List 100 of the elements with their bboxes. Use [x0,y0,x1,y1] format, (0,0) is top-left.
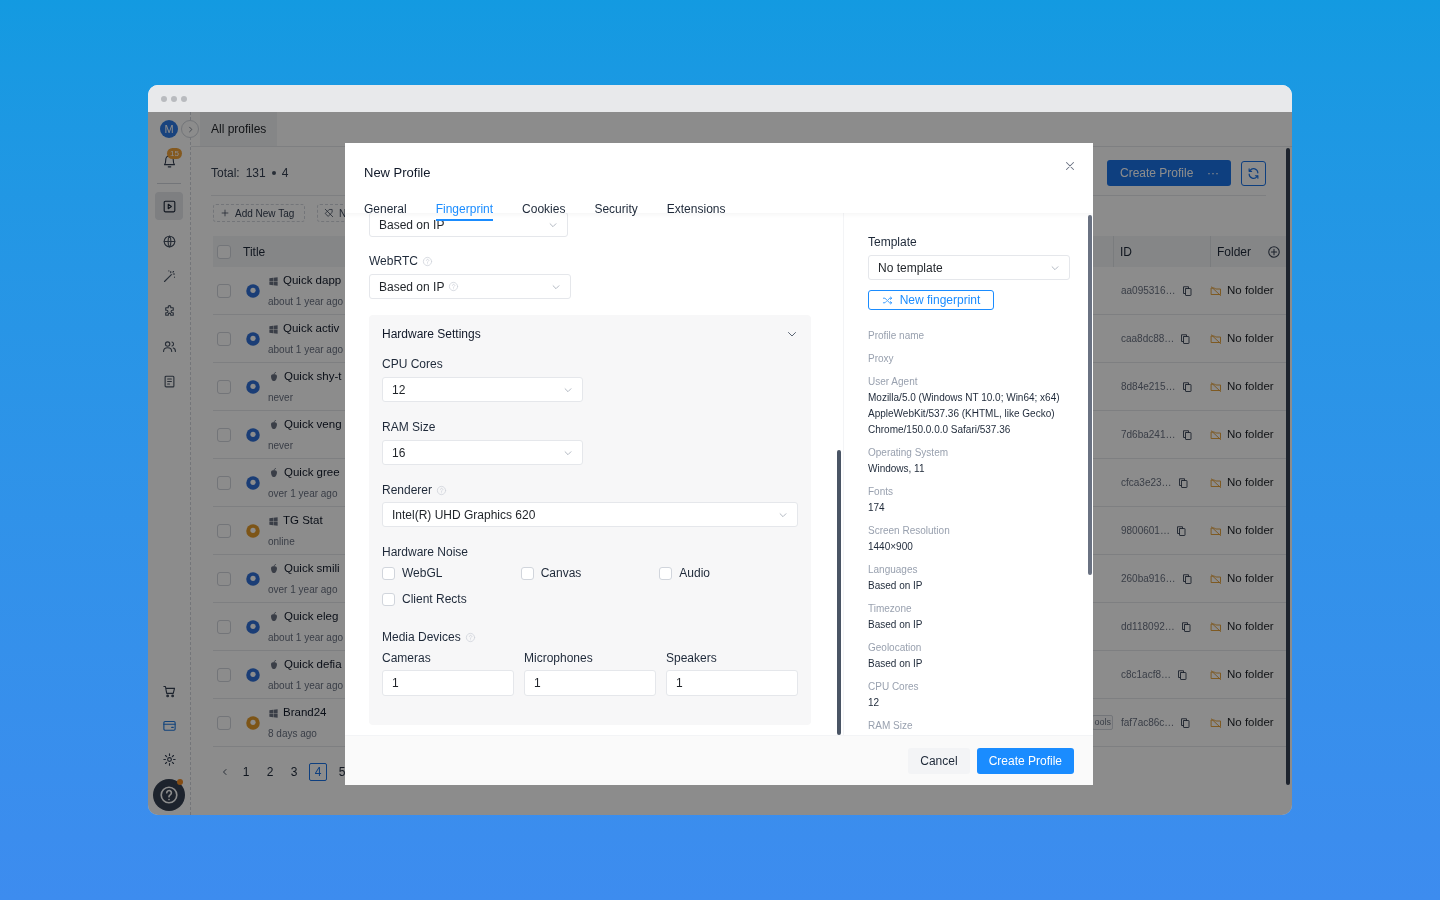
number-field[interactable]: 1 [524,670,656,696]
select-field[interactable]: No template [868,255,1070,280]
copy-icon[interactable] [1180,380,1193,393]
folder-off-icon [1210,668,1222,681]
add-icon[interactable] [1267,244,1281,259]
avatar[interactable]: M [160,120,178,138]
checkbox[interactable] [217,427,231,442]
field-label: Template [868,234,917,250]
create-profile-button[interactable]: Create Profile ··· [1107,160,1231,186]
checkbox[interactable] [520,566,534,580]
checkbox[interactable] [217,475,231,490]
profile-title[interactable]: Quick veng [284,416,342,434]
help-icon [421,255,433,267]
refresh-button[interactable] [1241,160,1266,186]
select-field[interactable]: 12 [382,377,583,402]
total-label: Total: [211,165,240,182]
profile-title[interactable]: Quick defia [284,656,342,674]
profile-title[interactable]: Quick gree [284,464,340,482]
copy-icon[interactable] [1180,284,1193,297]
field-label: Languages [868,563,919,577]
folder-name: No folder [1227,522,1274,538]
new-fingerprint-button[interactable]: New fingerprint [868,290,994,310]
profile-title[interactable]: Quick dapp [283,272,342,290]
folder-off-icon [1210,476,1222,489]
select-field[interactable]: Intel(R) UHD Graphics 620 [382,502,798,527]
profile-title[interactable]: Quick shy-t [284,368,342,386]
sidebar-button[interactable] [155,192,183,220]
copy-icon[interactable] [1176,668,1189,681]
field-label: Hardware Noise [382,544,469,560]
tab[interactable]: Security [594,195,638,221]
checkbox[interactable] [217,571,231,586]
more-button[interactable]: ··· [1207,164,1219,182]
checkbox[interactable] [217,331,231,346]
field-value: Windows, 11 [868,462,926,476]
checkbox[interactable] [217,379,231,394]
checkbox[interactable] [382,566,395,580]
field-label: Renderer [382,482,433,498]
field-value: Based on IP [868,657,924,671]
checkbox[interactable] [217,715,231,730]
profile-id: aa095316… [1121,284,1176,298]
help-icon [436,484,448,496]
profile-status: never [268,438,294,453]
profile-status: online [268,534,296,549]
select-field[interactable]: Based on IP [369,274,571,299]
profile-id: caa8dc88… [1121,332,1175,346]
checkbox-label: Client Rects [402,591,467,608]
checkbox[interactable] [217,619,231,634]
checkbox[interactable] [382,592,395,606]
users-icon [161,338,177,354]
number-field[interactable]: 1 [382,670,514,696]
bell-icon[interactable] [161,153,177,169]
cancel-button[interactable]: Cancel [908,747,970,774]
create-profile-button[interactable]: Create Profile [976,747,1074,774]
shuffle-icon [881,294,893,306]
profile-status: about 1 year ago [268,342,345,357]
folder-off-icon [1210,620,1222,633]
selected-count: 4 [281,165,289,182]
close-icon[interactable] [1063,159,1077,173]
globe-icon [161,233,177,249]
field-label: CPU Cores [868,680,920,694]
copy-icon[interactable] [1180,428,1193,441]
checkbox[interactable] [217,283,231,298]
copy-icon[interactable] [1179,332,1192,345]
field-value: 174 [868,501,886,515]
profile-title[interactable]: Quick activ [283,320,340,338]
profile-id: 9800601… [1121,524,1170,538]
cart-icon [161,683,177,699]
copy-icon[interactable] [1179,716,1192,729]
page-button[interactable]: 1 [237,763,255,781]
page-button[interactable]: 4 [309,763,327,781]
profile-title[interactable]: Brand24 [283,704,327,722]
tab[interactable]: All profiles [200,112,278,146]
field-label: User Agent [868,375,919,389]
select-field[interactable]: 16 [382,440,583,465]
help-button[interactable] [153,779,185,811]
copy-icon[interactable] [1174,524,1187,537]
folder-name: No folder [1227,330,1274,346]
field-label: WebRTC [369,253,418,269]
copy-icon[interactable] [1176,476,1189,489]
profile-status: over 1 year ago [268,582,339,597]
number-field[interactable]: 1 [666,670,798,696]
profile-title[interactable]: TG Stat [283,512,323,530]
tab[interactable]: Extensions [666,195,726,221]
magic-wand-icon [161,268,177,284]
notification-badge: 15 [167,148,182,159]
checkbox[interactable] [217,667,231,682]
copy-icon[interactable] [1179,620,1192,633]
add-tag-button[interactable]: Add New Tag [213,204,305,222]
page-button[interactable]: 3 [285,763,303,781]
page-button[interactable]: 2 [261,763,279,781]
tag: ools [1092,714,1113,731]
checkbox[interactable] [217,244,231,259]
total-count: 131 [245,165,266,182]
checkbox[interactable] [659,566,673,580]
profile-title[interactable]: Quick smili [284,560,340,578]
copy-icon[interactable] [1180,572,1193,585]
checkbox[interactable] [217,523,231,538]
dialog-title: New Profile [364,165,431,180]
profile-title[interactable]: Quick eleg [284,608,339,626]
help-icon [464,631,476,643]
